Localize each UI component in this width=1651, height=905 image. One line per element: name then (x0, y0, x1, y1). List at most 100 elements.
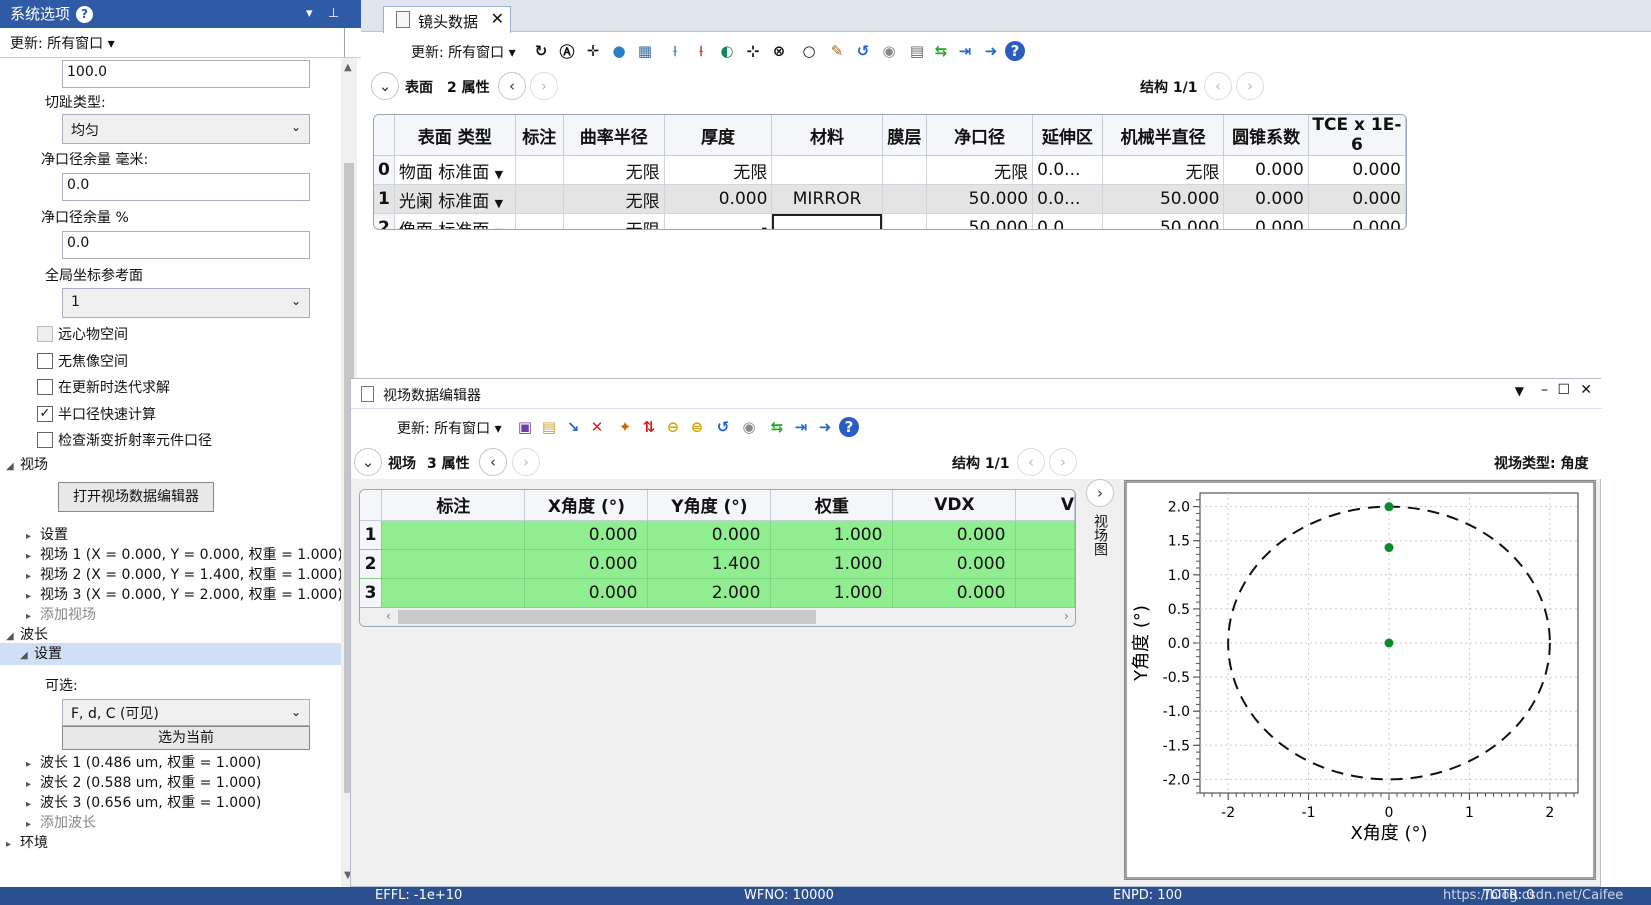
comment-cell[interactable] (515, 213, 564, 229)
conic-cell[interactable]: 0.000 (1223, 213, 1309, 229)
wizard-icon[interactable]: ✦ (615, 417, 635, 437)
circle-icon[interactable]: ○ (799, 41, 819, 61)
collapse-icon[interactable]: ⇥ (791, 417, 811, 437)
collapse-icon[interactable]: ⇥ (955, 41, 975, 61)
tree-field-2[interactable]: ▸ 视场 2 (X = 0.000, Y = 1.400, 权重 = 1.000) (26, 564, 343, 584)
pin-icon[interactable]: ⊥ (328, 0, 339, 28)
tree-field-settings[interactable]: ▸ 设置 (26, 524, 68, 544)
help-icon[interactable]: ? (1005, 41, 1025, 61)
chevron-left-icon[interactable]: ‹ (479, 448, 507, 476)
comment-cell[interactable] (515, 184, 564, 214)
chevron-right-icon[interactable]: › (1049, 448, 1077, 476)
conic-cell[interactable]: 0.000 (1223, 155, 1309, 185)
table-row[interactable]: 2 像面 标准面 ▼ 无限 - 50.000 0.0... 50.000 0.0… (374, 213, 1406, 229)
row-number[interactable]: 3 (360, 578, 383, 608)
wavelength-preset-select[interactable]: F, d, C (可见) ⌄ (62, 699, 310, 726)
checkbox-afocal[interactable] (37, 353, 53, 369)
weight-cell[interactable]: 1.000 (770, 549, 894, 579)
material-cell[interactable] (771, 213, 883, 229)
column-header[interactable]: 标注 (381, 490, 526, 521)
remove-split-icon[interactable]: ⟊ (691, 41, 711, 61)
vignetting-clear-icon[interactable]: ⊜ (687, 417, 707, 437)
checkbox-fast-semidiameter[interactable]: ✓ (37, 406, 53, 422)
tilt-icon[interactable]: ⊹ (743, 41, 763, 61)
column-header[interactable]: X角度 (°) (524, 490, 649, 521)
scroll-right-icon[interactable]: › (1064, 609, 1069, 623)
collapse-properties-icon[interactable]: ⌄ (371, 72, 399, 100)
tree-wavelength-3[interactable]: ▸ 波长 3 (0.656 um, 权重 = 1.000) (26, 792, 261, 812)
save-icon[interactable]: ▣ (515, 417, 535, 437)
minimize-icon[interactable]: – (1541, 382, 1548, 398)
column-header[interactable]: TCE x 1E-6 (1308, 115, 1406, 156)
comment-cell[interactable] (381, 549, 526, 579)
chip-zone-cell[interactable]: 0.0... (1032, 155, 1103, 185)
column-header[interactable]: Y角度 (°) (647, 490, 772, 521)
tree-add-wavelength[interactable]: ▸ 添加波长 (26, 812, 96, 832)
column-header[interactable]: 权重 (770, 490, 894, 521)
tree-add-field[interactable]: ▸ 添加视场 (26, 604, 96, 624)
collapse-properties-icon[interactable]: ⌄ (354, 448, 382, 476)
apodization-select[interactable]: 均匀 ⌄ (62, 114, 310, 144)
close-icon[interactable]: ✕ (1580, 382, 1592, 398)
coating-cell[interactable] (882, 213, 928, 229)
chevron-right-icon[interactable]: › (1086, 479, 1114, 507)
help-icon[interactable]: ? (839, 417, 859, 437)
scroll-left-icon[interactable]: ‹ (386, 609, 391, 623)
checkbox-iterate[interactable] (37, 379, 53, 395)
clear-aperture-cell[interactable]: 无限 (926, 155, 1034, 185)
column-header[interactable]: 膜层 (882, 115, 928, 156)
clear-margin-pct-field[interactable]: 0.0 (62, 231, 310, 259)
tab-lens-data[interactable]: 镜头数据 ✕ (383, 6, 511, 33)
scroll-thumb[interactable] (398, 610, 816, 624)
column-header[interactable]: 圆锥系数 (1223, 115, 1309, 156)
sync-icon[interactable]: ⇆ (931, 41, 951, 61)
x-angle-cell[interactable]: 0.000 (524, 520, 649, 550)
scroll-up-icon[interactable]: ▲ (344, 62, 352, 73)
tce-cell[interactable]: 0.000 (1308, 184, 1406, 214)
clear-aperture-cell[interactable]: 50.000 (926, 213, 1034, 229)
auto-icon[interactable]: Ⓐ (557, 41, 577, 61)
radius-cell[interactable]: 无限 (563, 184, 665, 214)
grid-icon[interactable]: ▦ (635, 41, 655, 61)
update-dropdown[interactable]: 更新: 所有窗口 ▾ (397, 418, 502, 438)
sort-icon[interactable]: ⇅ (639, 417, 659, 437)
update-dropdown[interactable]: 更新: 所有窗口 ▾ (411, 42, 516, 62)
y-angle-cell[interactable]: 2.000 (647, 578, 772, 608)
tree-wavelengths[interactable]: ◢ 波长 (6, 624, 48, 644)
dropdown-icon[interactable]: ▼ (1515, 384, 1524, 398)
column-header[interactable]: 曲率半径 (563, 115, 665, 156)
column-header[interactable]: 材料 (771, 115, 883, 156)
toggle-icon[interactable]: ◉ (739, 417, 759, 437)
column-header[interactable]: 净口径 (926, 115, 1034, 156)
tree-fields[interactable]: ◢ 视场 (6, 454, 48, 474)
row-number[interactable]: 0 (374, 155, 395, 185)
y-angle-cell[interactable]: 1.400 (647, 549, 772, 579)
tree-wavelength-2[interactable]: ▸ 波长 2 (0.588 um, 权重 = 1.000) (26, 772, 261, 792)
horizontal-scrollbar[interactable]: ‹ › (360, 608, 1075, 626)
comment-cell[interactable] (381, 578, 526, 608)
x-angle-cell[interactable]: 0.000 (524, 549, 649, 579)
page-icon[interactable]: ▤ (907, 41, 927, 61)
refresh-icon[interactable]: ↻ (531, 41, 551, 61)
open-field-editor-button[interactable]: 打开视场数据编辑器 (58, 482, 214, 512)
tce-cell[interactable]: 0.000 (1308, 155, 1406, 185)
coating-cell[interactable] (882, 184, 928, 214)
field-plot-side-label[interactable]: 视场图 (1092, 514, 1110, 556)
chevron-left-icon[interactable]: ‹ (1017, 448, 1045, 476)
chevron-right-icon[interactable]: › (530, 72, 558, 100)
dropdown-icon[interactable]: ▼ (495, 197, 503, 210)
value-field-top[interactable]: 100.0 (62, 60, 310, 88)
surface-type-cell[interactable]: 像面 标准面 ▼ (394, 213, 516, 229)
tree-wavelength-settings[interactable]: ◢ 设置 (0, 643, 341, 665)
crosshair-icon[interactable]: ✛ (583, 41, 603, 61)
surface-type-cell[interactable]: 物面 标准面 ▼ (394, 155, 516, 185)
thickness-cell[interactable]: - (664, 213, 773, 229)
undo-icon[interactable]: ↺ (713, 417, 733, 437)
column-header[interactable]: 表面 类型 (394, 115, 516, 156)
row-number[interactable]: 1 (374, 184, 395, 214)
column-header[interactable]: VDX (892, 490, 1017, 521)
vdx-cell[interactable]: 0.000 (892, 578, 1017, 608)
globe-icon[interactable]: ● (609, 41, 629, 61)
lens-icon[interactable]: ◐ (717, 41, 737, 61)
mech-semidiameter-cell[interactable]: 50.000 (1102, 184, 1225, 214)
